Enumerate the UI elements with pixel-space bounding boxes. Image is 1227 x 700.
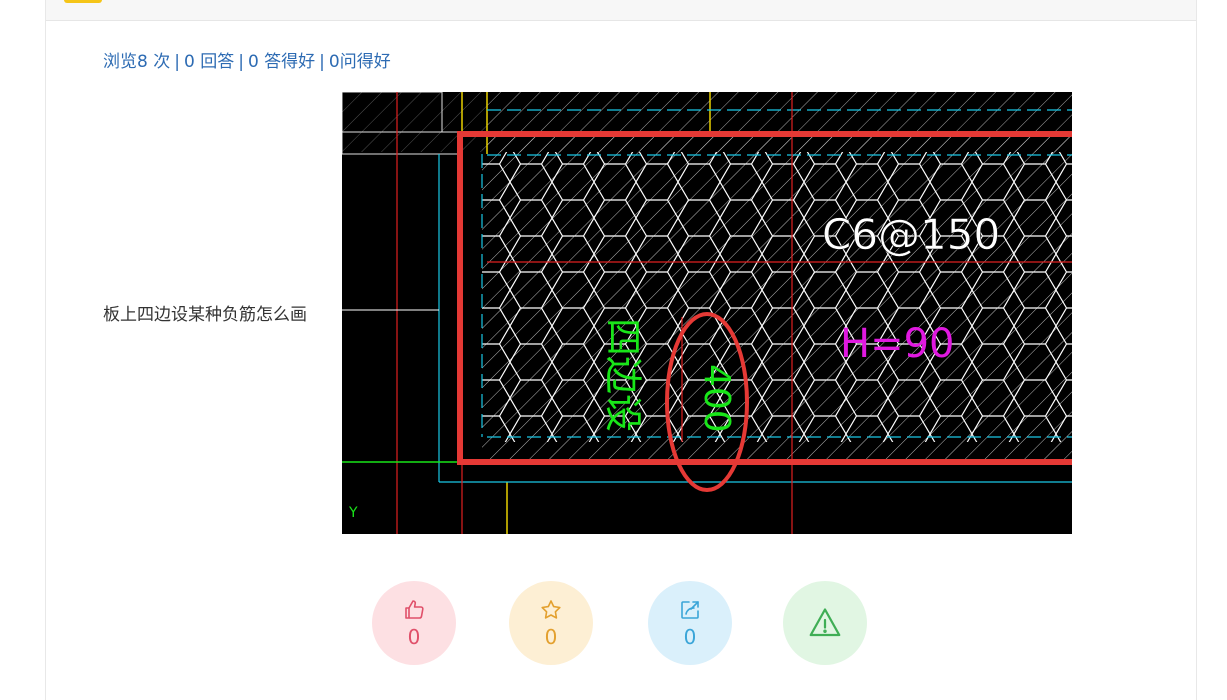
header-badge bbox=[64, 0, 102, 3]
like-count: 0 bbox=[407, 625, 421, 649]
stats-separator: | bbox=[238, 52, 244, 72]
good-answers-count[interactable]: 0 答得好 bbox=[248, 52, 315, 72]
share-count: 0 bbox=[683, 625, 697, 649]
warning-icon bbox=[809, 608, 841, 637]
question-title: 板上四边设某种负筋怎么画 bbox=[103, 305, 307, 325]
dim-label: 400 bbox=[696, 364, 737, 433]
axis-label: Y bbox=[348, 505, 358, 521]
share-icon bbox=[681, 601, 699, 619]
favorite-count: 0 bbox=[544, 625, 558, 649]
answers-count[interactable]: 0 回答 bbox=[184, 52, 234, 72]
thumbs-up-icon bbox=[405, 600, 424, 619]
height-label: H=90 bbox=[840, 321, 955, 367]
star-icon bbox=[541, 600, 561, 619]
good-questions-count[interactable]: 0问得好 bbox=[329, 52, 391, 72]
stats-separator: | bbox=[319, 52, 325, 72]
action-bar: 0 0 0 bbox=[372, 581, 892, 667]
question-card: 浏览8 次|0 回答|0 答得好|0问得好 板上四边设某种负筋怎么画 bbox=[45, 0, 1197, 700]
share-button[interactable]: 0 bbox=[648, 581, 732, 665]
like-button[interactable]: 0 bbox=[372, 581, 456, 665]
cad-drawing-image[interactable]: C6@150 H=90 400 四边设 Y bbox=[342, 92, 1072, 534]
views-count[interactable]: 浏览8 次 bbox=[103, 52, 170, 72]
favorite-button[interactable]: 0 bbox=[509, 581, 593, 665]
question-stats: 浏览8 次 | 0 回答 | 0 答得好 | 0问得好 bbox=[103, 47, 391, 72]
report-button[interactable] bbox=[783, 581, 867, 665]
card-header bbox=[46, 0, 1196, 21]
rebar-label: C6@150 bbox=[822, 210, 1000, 259]
stats-separator: | bbox=[174, 52, 180, 72]
rotated-label: 四边设 bbox=[601, 318, 645, 432]
